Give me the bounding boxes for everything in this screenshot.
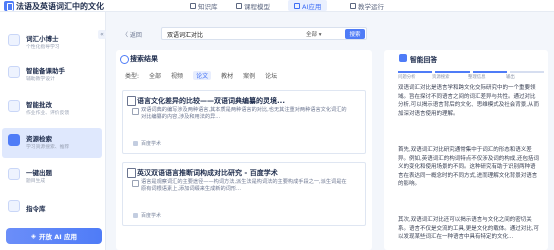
main-content: 〈 返回 全部 ▾ 搜索 搜索结果 类型: 全部 视频 论文 教材 案例 论坛 … [110, 16, 374, 250]
command-icon [8, 200, 20, 212]
filter-case[interactable]: 案例 [243, 71, 255, 80]
filter-textbook[interactable]: 教材 [221, 71, 233, 80]
nav-tab-label: 知识库 [198, 2, 218, 11]
smart-answer-title: 智能回答 [410, 56, 438, 64]
filter-video[interactable]: 视频 [171, 71, 183, 80]
nav-tab-label: 教学运行 [358, 2, 384, 11]
model-icon [236, 2, 242, 9]
nav-tab-teaching-ops[interactable]: 教学运行 [350, 0, 384, 11]
sidebar-item-lesson-prep[interactable]: 智能备课助手 辅助教学设计 [2, 60, 102, 90]
search-button-label: 搜索 [349, 32, 361, 38]
filter-all[interactable]: 全部 [149, 71, 161, 80]
step-label: 问题分析 [398, 75, 416, 80]
result-item-title[interactable]: 语言文化差异的比较——双语词典编纂的灵境... [127, 96, 285, 106]
answer-paragraph: 其次,双语词汇对比还可以揭示语言与文化之间的密切关系。语言不仅是交流的工具,更是… [398, 217, 539, 241]
step-label: 资源搜索 [432, 75, 450, 80]
answer-paragraph: 双语词汇对比是语言学和跨文化交际研究中的一个重要领域。旨在探讨不同语言之间的词汇… [398, 85, 539, 117]
answer-paragraph: 首先,双语词汇对比研究通常集中于词汇的形态和语义差异。例如,英语词汇的构词特点不… [398, 147, 539, 188]
search-resource-icon [8, 134, 20, 146]
rocket-icon: ◈ [31, 232, 36, 240]
results-title: 搜索结果 [120, 55, 158, 64]
nav-tab-label: AI应用 [302, 2, 322, 11]
step-bar [509, 71, 544, 73]
sidebar-item-resource-search[interactable]: 资源检索 学习资源搜索、推荐 [2, 128, 102, 158]
filter-paper[interactable]: 论文 [193, 71, 212, 80]
top-bar: 法语及英语词汇中的文化 知识库 课程模型 AI应用 教学运行 [0, 0, 554, 12]
sidebar: « 词汇小博士 个性化指导学习 智能备课助手 辅助教学设计 智能批改 作业作业、… [0, 12, 106, 250]
sidebar-item-title: 智能备课助手 [26, 67, 65, 75]
sidebar-item-title: 指令库 [26, 205, 46, 213]
robot-icon [8, 34, 20, 46]
search-scope-select[interactable]: 全部 ▾ [306, 30, 322, 38]
ai-answer-icon [399, 54, 407, 62]
nav-tab-ai-apps[interactable]: AI应用 [288, 0, 328, 11]
chevron-down-icon: ▾ [318, 32, 322, 38]
book-icon [190, 2, 196, 9]
open-ai-app-label: 开放 AI 应用 [39, 233, 77, 241]
search-button[interactable]: 搜索 [345, 29, 365, 39]
result-item[interactable]: 语言文化差异的比较——双语词典编纂的灵境... 双语词典的编写涉及两种语言,其本… [122, 90, 366, 154]
sidebar-item-command-library[interactable]: 指令库 [2, 194, 102, 224]
question-icon [8, 168, 20, 180]
step-label: 整理信息 [468, 75, 486, 80]
sidebar-item-vocab-doctor[interactable]: 词汇小博士 个性化指导学习 [2, 28, 102, 58]
type-filter-bar: 类型: 全部 视频 论文 教材 案例 论坛 [125, 71, 277, 80]
ai-icon [294, 2, 300, 9]
sidebar-item-subtitle: 个性化指导学习 [26, 45, 60, 50]
app-logo-icon [4, 1, 14, 11]
sidebar-item-subtitle: 题目生成 [26, 179, 46, 184]
progress-steps: 问题分析 资源搜索 整理信息 输出 [398, 67, 544, 81]
sidebar-item-question-gen[interactable]: 一键出题 题目生成 [2, 162, 102, 192]
sidebar-item-subtitle: 学习资源搜索、推荐 [26, 145, 70, 150]
scope-label: 全部 [306, 32, 318, 38]
result-item[interactable]: 英汉双语语言推断词构成对比研究 - 百度学术 语言是观察词汇的主要途径——构词方… [122, 162, 366, 226]
nav-tab-knowledge[interactable]: 知识库 [190, 0, 218, 11]
search-input[interactable] [167, 30, 297, 38]
filter-label: 类型: [125, 73, 140, 80]
result-item-title[interactable]: 英汉双语语言推断词构成对比研究 - 百度学术 [127, 168, 278, 178]
step-label: 输出 [506, 75, 515, 80]
nav-tab-course-model[interactable]: 课程模型 [236, 0, 270, 11]
calendar-icon [350, 2, 356, 9]
step-bar [398, 71, 433, 73]
app-title: 法语及英语词汇中的文化 [16, 2, 104, 11]
sidebar-item-title: 一键出题 [26, 169, 52, 177]
sidebar-item-title: 词汇小博士 [26, 35, 59, 43]
back-button[interactable]: 〈 返回 [122, 30, 142, 39]
step-bar [472, 71, 507, 73]
sidebar-item-smart-grading[interactable]: 智能批改 作业作业、评价反馈 [2, 94, 102, 124]
grading-icon [8, 100, 20, 112]
open-ai-app-button[interactable]: ◈ 开放 AI 应用 [6, 228, 102, 244]
search-bar: 全部 ▾ 搜索 [161, 27, 367, 40]
result-item-source: 百度学术 [132, 141, 162, 147]
sidebar-item-title: 资源检索 [26, 135, 52, 143]
sidebar-item-subtitle: 作业作业、评价反馈 [26, 111, 70, 116]
result-item-snippet: 双语词典的编写涉及两种语言,其本质是两种语言的对比,也无其注重对两种语言文化词汇… [132, 107, 347, 121]
result-item-snippet: 语言是观察词汇的主要途径——构词方法,派生法是构词法的主要构成手段之一,派生词是… [132, 179, 347, 193]
nav-tab-label: 课程模型 [244, 2, 270, 11]
results-panel: 搜索结果 类型: 全部 视频 论文 教材 案例 论坛 语言文化差异的比较——双语… [116, 50, 372, 250]
sidebar-item-subtitle: 辅助教学设计 [26, 77, 55, 82]
lesson-plan-icon [8, 66, 20, 78]
step-bar [435, 71, 470, 73]
result-item-source: 百度学术 [132, 213, 162, 219]
sidebar-item-title: 智能批改 [26, 101, 52, 109]
smart-answer-panel: 智能回答 问题分析 资源搜索 整理信息 输出 双语词汇对比是语言学和跨文化交际研… [384, 50, 548, 250]
filter-forum[interactable]: 论坛 [265, 71, 277, 80]
